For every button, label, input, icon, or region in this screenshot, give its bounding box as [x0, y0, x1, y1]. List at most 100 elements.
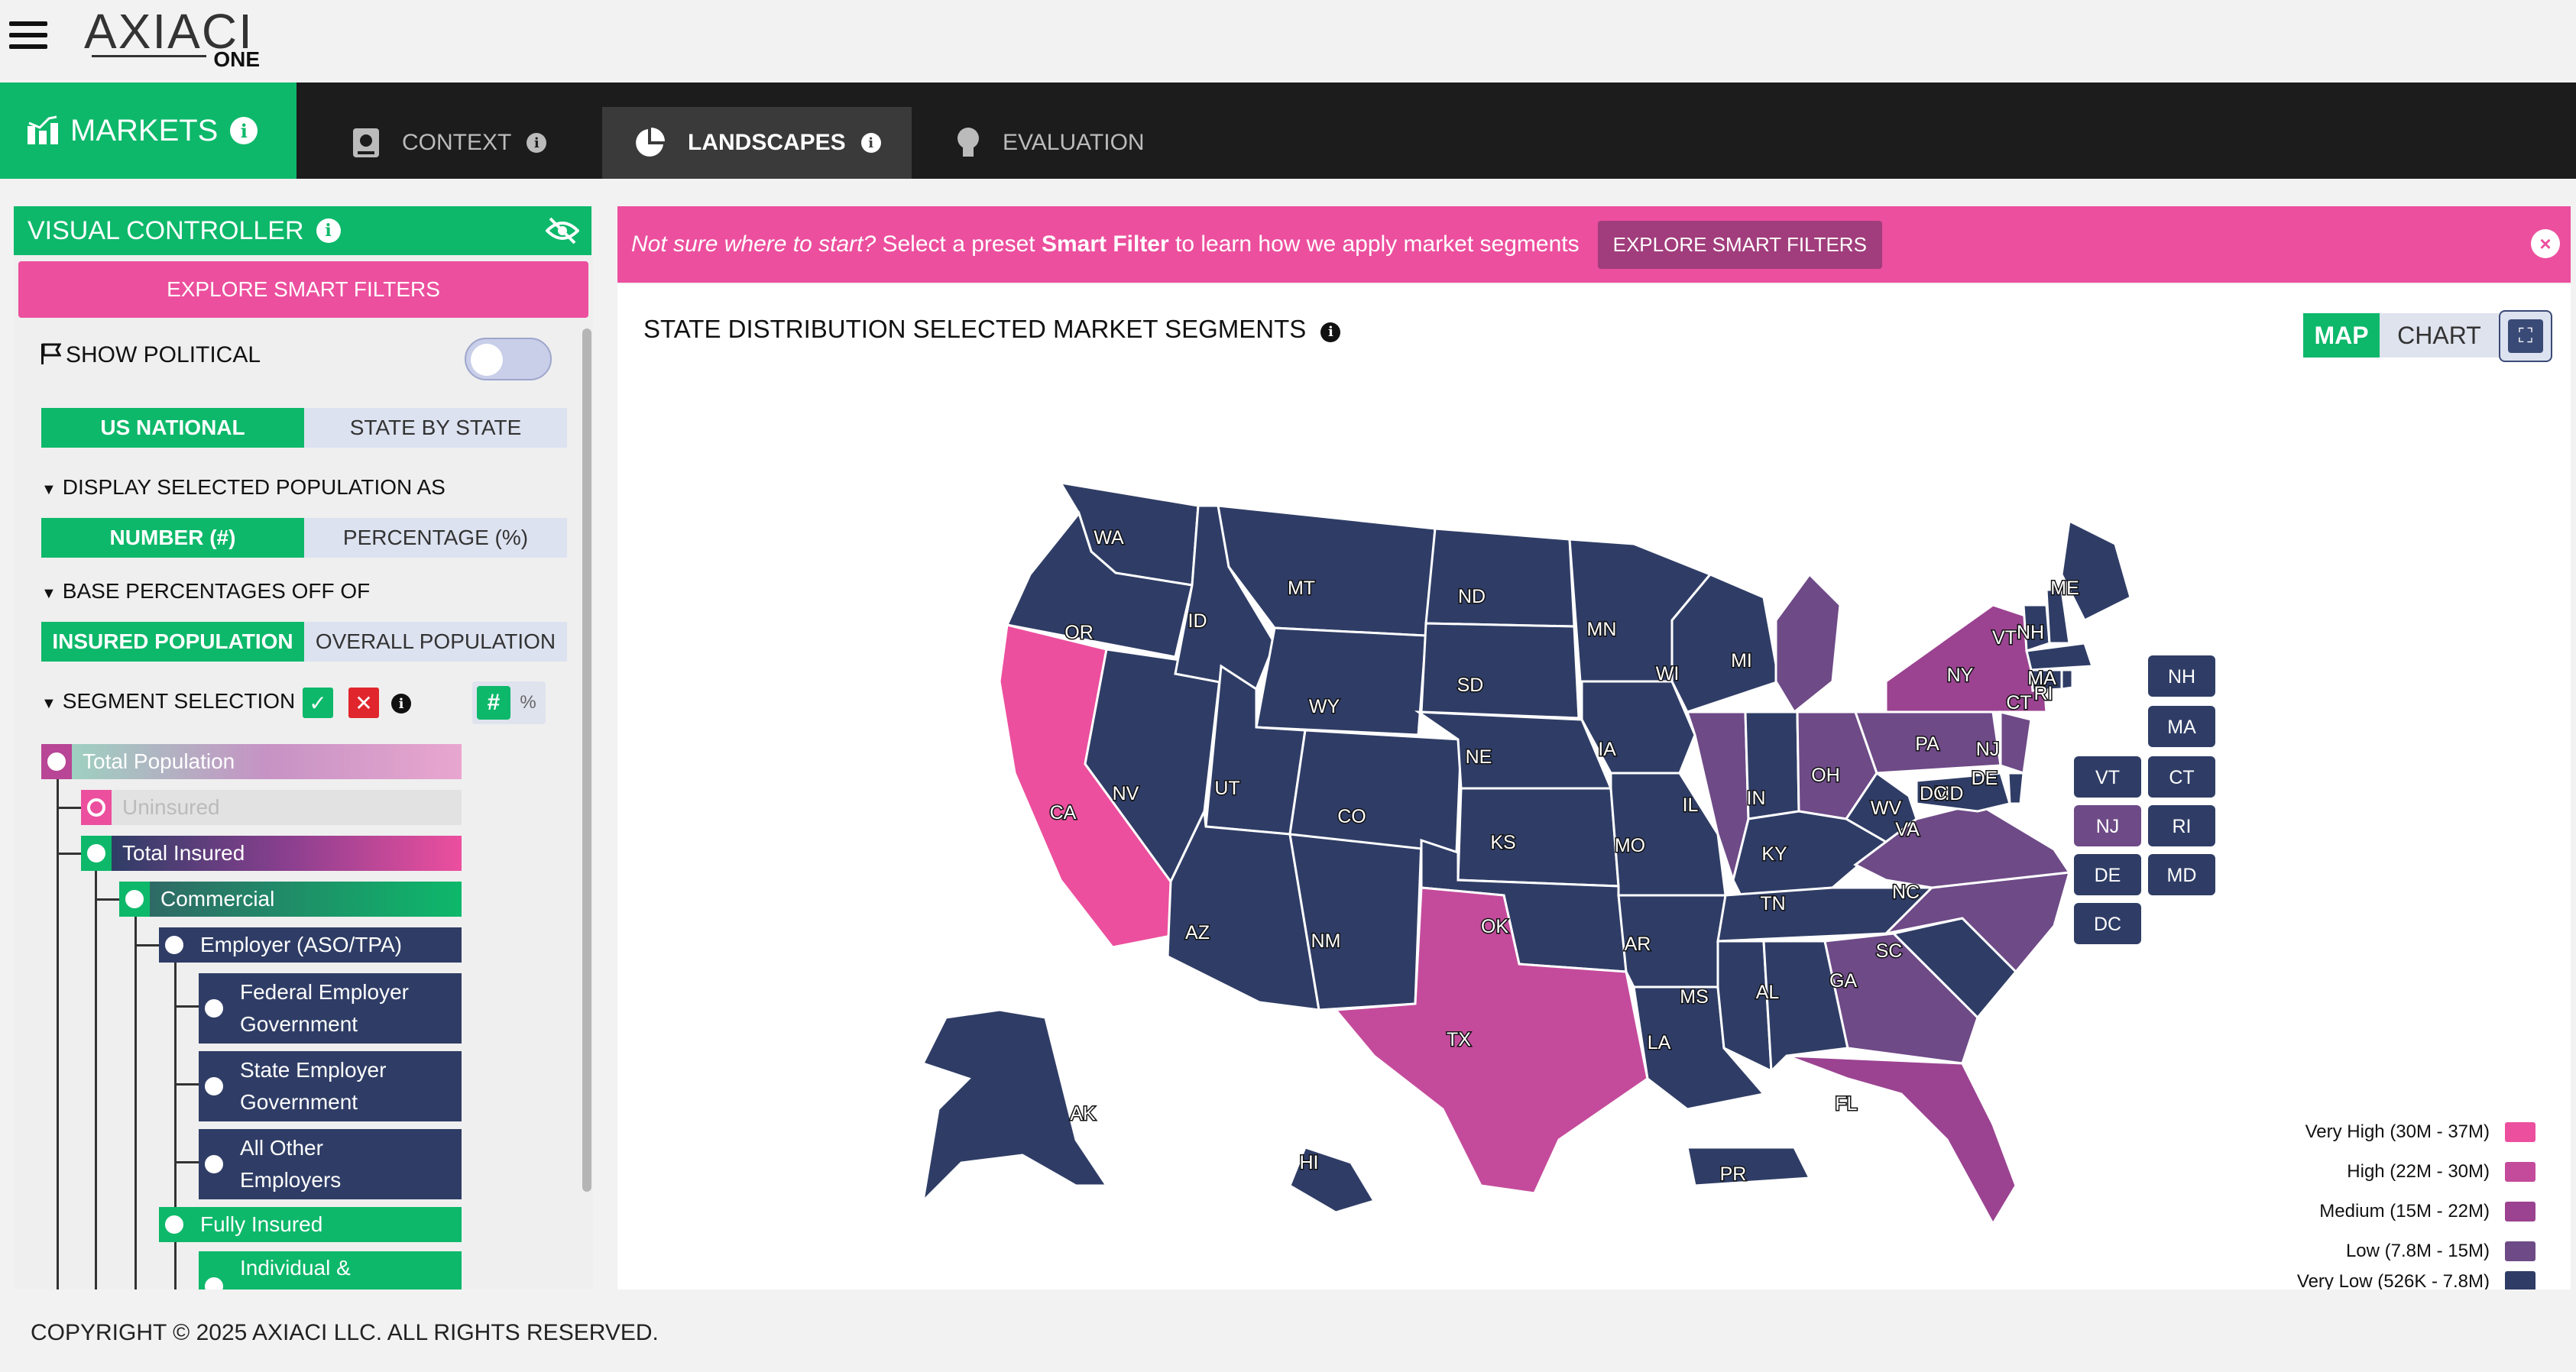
- tab-landscapes[interactable]: LANDSCAPES i: [602, 107, 912, 179]
- display-as-selector: NUMBER (#) PERCENTAGE (%): [41, 518, 567, 558]
- percent-mode-button[interactable]: %: [515, 686, 541, 720]
- state-ks[interactable]: [1456, 787, 1620, 888]
- segment-state-employer[interactable]: State Employer Government: [199, 1051, 462, 1121]
- markets-icon: [28, 115, 58, 144]
- tab-context[interactable]: CONTEXT i: [321, 107, 577, 179]
- segment-label: Employer (ASO/TPA): [190, 927, 462, 963]
- state-de[interactable]: [2007, 772, 2025, 805]
- state-label: GA: [1829, 970, 1857, 992]
- main-nav: MARKETS i CONTEXT i LANDSCAPES i EVALUAT…: [0, 83, 2576, 179]
- state-label: IA: [1598, 739, 1616, 760]
- clear-all-x-icon[interactable]: ✕: [348, 688, 379, 718]
- segment-radio-icon[interactable]: [159, 1207, 190, 1242]
- state-label: SC: [1876, 940, 1903, 962]
- banner-text-b: to learn how we apply market segments: [1168, 231, 1580, 257]
- segment-radio-icon[interactable]: [199, 1129, 229, 1199]
- segment-all-other-employers[interactable]: All Other Employers: [199, 1129, 462, 1199]
- segment-employer-aso-tpa[interactable]: Employer (ASO/TPA): [159, 927, 462, 963]
- segment-label: Uninsured: [112, 790, 462, 825]
- state-wy[interactable]: [1255, 626, 1427, 736]
- close-icon[interactable]: ×: [2531, 229, 2560, 258]
- explore-smart-filters-button[interactable]: EXPLORE SMART FILTERS: [18, 261, 588, 318]
- hamburger-menu-icon[interactable]: [9, 21, 47, 52]
- tab-evaluation[interactable]: EVALUATION: [925, 107, 1175, 179]
- nav-markets[interactable]: MARKETS i: [0, 83, 296, 179]
- select-all-check-icon[interactable]: ✓: [303, 688, 333, 718]
- tree-connector: [95, 898, 119, 901]
- state-box-label: DE: [2095, 865, 2121, 886]
- eye-slash-icon[interactable]: [546, 217, 579, 244]
- segment-radio-icon[interactable]: [199, 973, 229, 1044]
- number-option[interactable]: NUMBER (#): [41, 518, 304, 558]
- legend: Very High (30M - 37M) High (22M - 30M) M…: [2260, 1112, 2535, 1289]
- segment-radio-icon[interactable]: [199, 1051, 229, 1121]
- segment-radio-icon[interactable]: [41, 744, 72, 779]
- segment-radio-icon[interactable]: [119, 882, 150, 917]
- insured-population-option[interactable]: INSURED POPULATION: [41, 622, 304, 662]
- banner-lead-text: Not sure where to start?: [631, 231, 876, 257]
- tree-connector: [174, 1005, 200, 1008]
- tree-connector: [57, 807, 81, 809]
- show-political-toggle[interactable]: [465, 338, 552, 380]
- map-panel: STATE DISTRIBUTION SELECTED MARKET SEGME…: [617, 284, 2571, 1289]
- state-pr[interactable]: [1686, 1146, 1812, 1187]
- count-mode-button[interactable]: #: [477, 686, 510, 720]
- state-fl[interactable]: [1786, 1054, 2017, 1227]
- visual-controller-header: VISUAL CONTROLLER i: [14, 206, 591, 255]
- logo-underline: [92, 55, 206, 57]
- segment-federal-employer[interactable]: Federal Employer Government: [199, 973, 462, 1044]
- state-mi[interactable]: [1774, 572, 1842, 714]
- state-box-label: NH: [2168, 666, 2195, 688]
- tree-connector: [174, 1083, 200, 1086]
- state-nj[interactable]: [1999, 710, 2033, 775]
- state-me[interactable]: [2060, 519, 2132, 623]
- info-icon[interactable]: i: [527, 133, 547, 153]
- segment-total-insured[interactable]: Total Insured: [81, 836, 462, 871]
- state-label: VT: [1992, 627, 2017, 649]
- state-label: PA: [1915, 733, 1939, 755]
- state-nd[interactable]: [1424, 527, 1576, 628]
- count-percent-toggle: # %: [472, 681, 546, 724]
- segment-radio-icon[interactable]: [81, 790, 112, 825]
- legend-swatch: [2505, 1241, 2535, 1261]
- state-label: AL: [1756, 982, 1780, 1003]
- state-co[interactable]: [1288, 729, 1463, 854]
- segment-radio-icon[interactable]: [81, 836, 112, 871]
- state-label: LA: [1648, 1032, 1671, 1053]
- state-ri[interactable]: [2060, 668, 2074, 691]
- segment-selection-heading[interactable]: ▼ SEGMENT SELECTION: [41, 689, 295, 714]
- segment-fully-insured[interactable]: Fully Insured: [159, 1207, 462, 1242]
- info-icon[interactable]: i: [316, 218, 341, 243]
- state-label: NJ: [1976, 739, 2000, 760]
- segment-label: All Other Employers: [229, 1129, 462, 1199]
- state-by-state-option[interactable]: STATE BY STATE: [304, 408, 567, 448]
- percentage-option[interactable]: PERCENTAGE (%): [304, 518, 567, 558]
- banner-explore-button[interactable]: EXPLORE SMART FILTERS: [1597, 220, 1882, 269]
- sidebar-scrollbar[interactable]: [582, 328, 591, 1192]
- us-national-option[interactable]: US NATIONAL: [41, 408, 304, 448]
- legend-swatch: [2505, 1122, 2535, 1142]
- segment-label: Commercial: [150, 882, 462, 917]
- state-label: WY: [1309, 696, 1340, 717]
- segment-radio-icon[interactable]: [159, 927, 190, 963]
- display-as-heading[interactable]: ▼ DISPLAY SELECTED POPULATION AS: [41, 475, 446, 500]
- logo[interactable]: AXIACI ONE: [84, 3, 260, 71]
- segment-commercial[interactable]: Commercial: [119, 882, 462, 917]
- info-icon[interactable]: i: [230, 117, 258, 144]
- segment-uninsured[interactable]: Uninsured: [81, 790, 462, 825]
- state-box-label: NJ: [2096, 816, 2120, 837]
- segment-radio-icon[interactable]: [199, 1251, 229, 1289]
- state-label: PR: [1720, 1163, 1747, 1185]
- state-label: UT: [1214, 778, 1239, 799]
- overall-population-option[interactable]: OVERALL POPULATION: [304, 622, 567, 662]
- segment-total-population[interactable]: Total Population: [41, 744, 462, 779]
- state-sd[interactable]: [1420, 622, 1580, 720]
- info-icon[interactable]: i: [860, 133, 881, 153]
- segment-individual[interactable]: Individual &: [199, 1251, 462, 1289]
- info-icon[interactable]: i: [391, 694, 411, 714]
- base-percentages-heading[interactable]: ▼ BASE PERCENTAGES OFF OF: [41, 579, 370, 603]
- nav-markets-label: MARKETS: [70, 113, 219, 147]
- tree-connector: [95, 865, 97, 1289]
- legend-item: Low (7.8M - 15M): [2260, 1231, 2535, 1271]
- footer: COPYRIGHT © 2025 AXIACI LLC. ALL RIGHTS …: [0, 1289, 2576, 1372]
